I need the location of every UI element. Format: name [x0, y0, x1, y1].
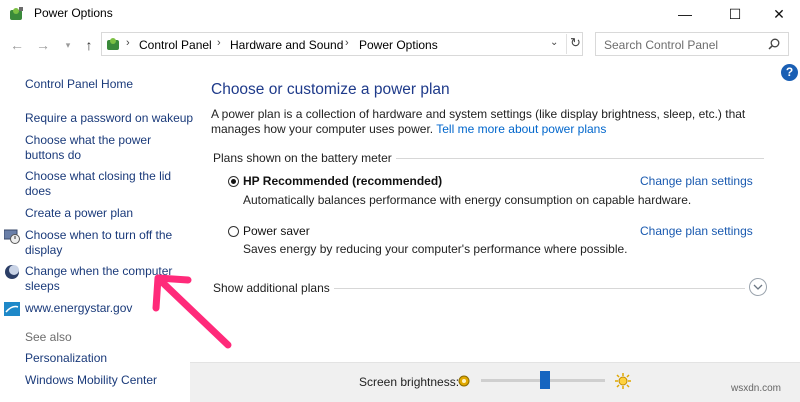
plan-hp-recommended-description: Automatically balances performance with …	[243, 193, 692, 207]
forward-arrow-icon[interactable]: →	[35, 37, 51, 53]
plan-power-saver-description: Saves energy by reducing your computer's…	[243, 242, 628, 256]
breadcrumb-separator-icon: ›	[345, 37, 349, 49]
address-bar[interactable]: › Control Panel › Hardware and Sound › P…	[101, 32, 583, 56]
plan-hp-recommended-change-link[interactable]: Change plan settings	[640, 174, 753, 188]
sidebar-item-require-password[interactable]: Require a password on wakeup	[25, 111, 193, 126]
see-also-personalization[interactable]: Personalization	[25, 351, 107, 366]
bottom-bar	[190, 362, 800, 402]
page-title: Choose or customize a power plan	[211, 81, 450, 98]
see-also-mobility-center[interactable]: Windows Mobility Center	[25, 373, 157, 388]
title-bar: Power Options — ☐ ✕	[0, 0, 800, 28]
display-clock-icon	[4, 229, 20, 244]
search-placeholder: Search Control Panel	[604, 38, 719, 52]
plan-power-saver-name[interactable]: Power saver	[243, 224, 310, 238]
group-divider	[390, 158, 764, 159]
plan-hp-recommended-name[interactable]: HP Recommended (recommended)	[243, 174, 442, 188]
window-title: Power Options	[34, 6, 113, 20]
sidebar-item-create-plan[interactable]: Create a power plan	[25, 206, 133, 221]
show-additional-plans-label[interactable]: Show additional plans	[213, 281, 334, 295]
breadcrumb-separator-icon: ›	[217, 37, 221, 49]
watermark: wsxdn.com	[731, 383, 782, 394]
breadcrumb-control-panel[interactable]: Control Panel	[139, 38, 212, 52]
expand-chevron-icon[interactable]	[749, 278, 767, 296]
control-panel-icon	[107, 38, 119, 50]
screen-brightness-label: Screen brightness:	[359, 375, 460, 389]
address-dropdown-chevron-icon[interactable]: ⌄	[550, 37, 558, 48]
breadcrumb-separator-icon: ›	[126, 37, 130, 49]
brightness-slider-thumb[interactable]	[540, 371, 550, 389]
help-icon[interactable]: ?	[781, 64, 798, 81]
plans-group-label: Plans shown on the battery meter	[213, 151, 396, 165]
maximize-button[interactable]: ☐	[712, 0, 758, 28]
sidebar-item-power-buttons[interactable]: Choose what the power buttons do	[25, 133, 151, 163]
breadcrumb-hardware-and-sound[interactable]: Hardware and Sound	[230, 38, 343, 52]
sidebar-item-energystar[interactable]: www.energystar.gov	[25, 301, 132, 316]
brightness-low-icon	[458, 375, 470, 387]
sidebar-item-turn-off-display[interactable]: Choose when to turn off the display	[25, 228, 172, 258]
energystar-icon	[4, 302, 20, 316]
recent-locations-chevron-icon[interactable]: ▾	[60, 37, 76, 53]
search-icon[interactable]	[768, 38, 780, 50]
additional-plans-divider	[330, 288, 745, 289]
power-options-icon	[10, 7, 23, 20]
breadcrumb-power-options[interactable]: Power Options	[359, 38, 438, 52]
plan-power-saver-change-link[interactable]: Change plan settings	[640, 224, 753, 238]
address-row: ← → ▾ ↑ › Control Panel › Hardware and S…	[0, 30, 800, 60]
brightness-high-icon	[615, 373, 631, 389]
search-box[interactable]: Search Control Panel	[595, 32, 789, 56]
see-also-heading: See also	[25, 330, 72, 344]
close-button[interactable]: ✕	[756, 0, 800, 28]
sleep-moon-icon	[5, 265, 19, 279]
control-panel-home-link[interactable]: Control Panel Home	[25, 77, 133, 92]
minimize-button[interactable]: —	[662, 0, 708, 28]
address-divider	[566, 34, 567, 54]
tell-me-more-link[interactable]: Tell me more about power plans	[436, 122, 606, 136]
intro-paragraph: A power plan is a collection of hardware…	[211, 107, 771, 137]
plan-power-saver-radio[interactable]	[228, 226, 239, 237]
back-arrow-icon[interactable]: ←	[9, 37, 25, 53]
sidebar-item-closing-lid[interactable]: Choose what closing the lid does	[25, 169, 171, 199]
plan-hp-recommended-radio[interactable]	[228, 176, 239, 187]
refresh-icon[interactable]: ↻	[570, 35, 581, 51]
up-arrow-icon[interactable]: ↑	[81, 37, 97, 53]
